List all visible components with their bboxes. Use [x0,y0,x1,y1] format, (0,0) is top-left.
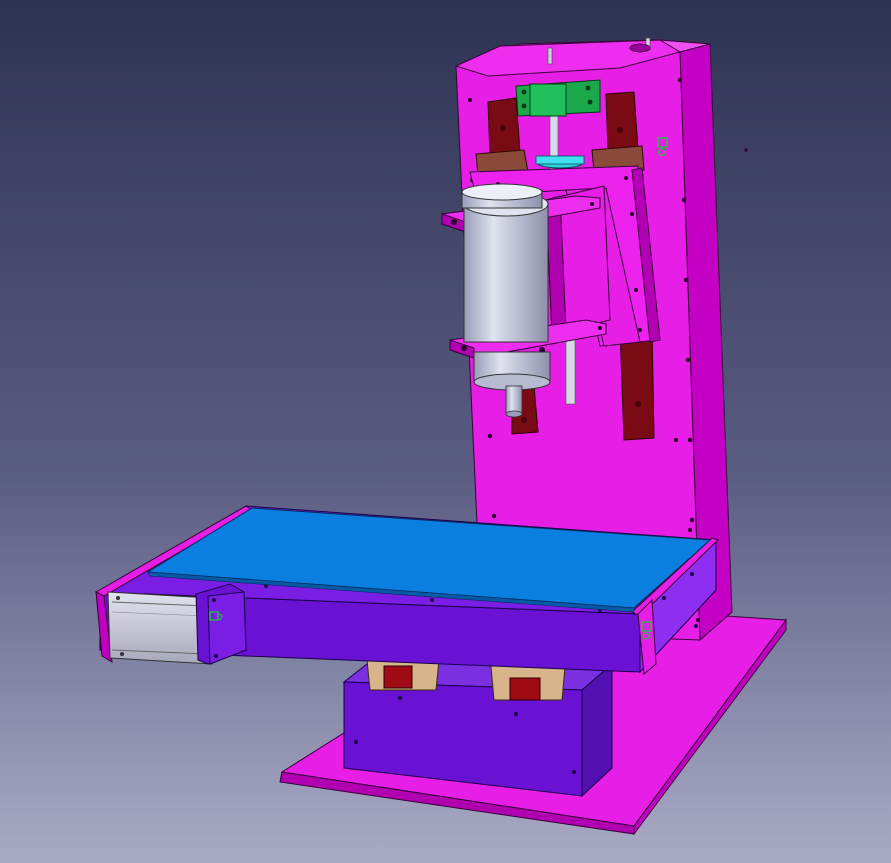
z-ball-nut[interactable] [535,155,585,169]
x-stepper-motor[interactable] [107,583,247,665]
cad-model-render [0,0,891,863]
spindle-motor[interactable] [461,183,551,418]
z-motor-coupling[interactable] [515,79,601,117]
cad-viewport[interactable] [0,0,891,863]
